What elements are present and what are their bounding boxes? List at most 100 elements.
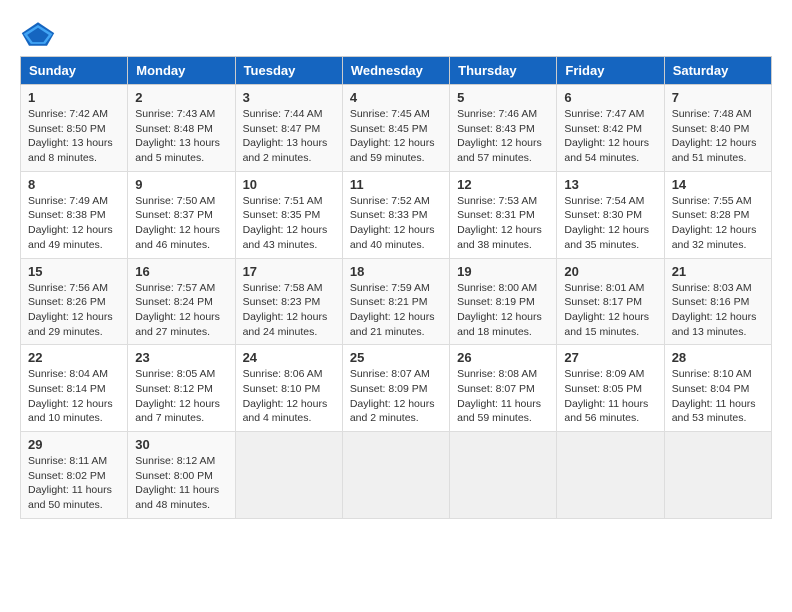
day-info: Sunrise: 7:49 AM Sunset: 8:38 PM Dayligh… xyxy=(28,194,120,253)
day-info: Sunrise: 7:51 AM Sunset: 8:35 PM Dayligh… xyxy=(243,194,335,253)
day-info: Sunrise: 7:53 AM Sunset: 8:31 PM Dayligh… xyxy=(457,194,549,253)
day-number: 12 xyxy=(457,177,549,192)
day-info: Sunrise: 7:47 AM Sunset: 8:42 PM Dayligh… xyxy=(564,107,656,166)
day-number: 2 xyxy=(135,90,227,105)
calendar-cell xyxy=(235,432,342,519)
column-header-wednesday: Wednesday xyxy=(342,57,449,85)
day-info: Sunrise: 8:12 AM Sunset: 8:00 PM Dayligh… xyxy=(135,454,227,513)
day-info: Sunrise: 8:08 AM Sunset: 8:07 PM Dayligh… xyxy=(457,367,549,426)
calendar-cell: 9 Sunrise: 7:50 AM Sunset: 8:37 PM Daylig… xyxy=(128,171,235,258)
calendar-cell: 11 Sunrise: 7:52 AM Sunset: 8:33 PM Dayli… xyxy=(342,171,449,258)
day-number: 6 xyxy=(564,90,656,105)
day-info: Sunrise: 8:09 AM Sunset: 8:05 PM Dayligh… xyxy=(564,367,656,426)
calendar-cell: 22 Sunrise: 8:04 AM Sunset: 8:14 PM Dayli… xyxy=(21,345,128,432)
day-number: 22 xyxy=(28,350,120,365)
day-info: Sunrise: 8:07 AM Sunset: 8:09 PM Dayligh… xyxy=(350,367,442,426)
day-number: 17 xyxy=(243,264,335,279)
column-header-monday: Monday xyxy=(128,57,235,85)
column-header-thursday: Thursday xyxy=(450,57,557,85)
logo xyxy=(20,20,60,48)
calendar-cell: 29 Sunrise: 8:11 AM Sunset: 8:02 PM Dayli… xyxy=(21,432,128,519)
day-info: Sunrise: 8:00 AM Sunset: 8:19 PM Dayligh… xyxy=(457,281,549,340)
day-number: 11 xyxy=(350,177,442,192)
day-info: Sunrise: 8:11 AM Sunset: 8:02 PM Dayligh… xyxy=(28,454,120,513)
day-info: Sunrise: 7:58 AM Sunset: 8:23 PM Dayligh… xyxy=(243,281,335,340)
day-number: 15 xyxy=(28,264,120,279)
calendar-cell: 6 Sunrise: 7:47 AM Sunset: 8:42 PM Daylig… xyxy=(557,85,664,172)
day-number: 19 xyxy=(457,264,549,279)
day-number: 3 xyxy=(243,90,335,105)
calendar-cell: 1 Sunrise: 7:42 AM Sunset: 8:50 PM Daylig… xyxy=(21,85,128,172)
calendar-cell: 14 Sunrise: 7:55 AM Sunset: 8:28 PM Dayli… xyxy=(664,171,771,258)
day-number: 27 xyxy=(564,350,656,365)
day-number: 14 xyxy=(672,177,764,192)
day-info: Sunrise: 8:01 AM Sunset: 8:17 PM Dayligh… xyxy=(564,281,656,340)
day-info: Sunrise: 7:57 AM Sunset: 8:24 PM Dayligh… xyxy=(135,281,227,340)
day-info: Sunrise: 7:46 AM Sunset: 8:43 PM Dayligh… xyxy=(457,107,549,166)
header-row: SundayMondayTuesdayWednesdayThursdayFrid… xyxy=(21,57,772,85)
calendar-cell: 28Sunrise: 8:10 AM Sunset: 8:04 PM Dayli… xyxy=(664,345,771,432)
day-number: 7 xyxy=(672,90,764,105)
calendar-cell: 23 Sunrise: 8:05 AM Sunset: 8:12 PM Dayli… xyxy=(128,345,235,432)
week-row-2: 8 Sunrise: 7:49 AM Sunset: 8:38 PM Daylig… xyxy=(21,171,772,258)
day-number: 4 xyxy=(350,90,442,105)
calendar-table: SundayMondayTuesdayWednesdayThursdayFrid… xyxy=(20,56,772,519)
logo-icon xyxy=(20,20,56,48)
day-info: Sunrise: 7:44 AM Sunset: 8:47 PM Dayligh… xyxy=(243,107,335,166)
calendar-cell: 4 Sunrise: 7:45 AM Sunset: 8:45 PM Daylig… xyxy=(342,85,449,172)
calendar-cell xyxy=(664,432,771,519)
day-info: Sunrise: 7:54 AM Sunset: 8:30 PM Dayligh… xyxy=(564,194,656,253)
calendar-cell: 10Sunrise: 7:51 AM Sunset: 8:35 PM Dayli… xyxy=(235,171,342,258)
day-info: Sunrise: 7:55 AM Sunset: 8:28 PM Dayligh… xyxy=(672,194,764,253)
column-header-tuesday: Tuesday xyxy=(235,57,342,85)
calendar-cell: 13 Sunrise: 7:54 AM Sunset: 8:30 PM Dayli… xyxy=(557,171,664,258)
day-info: Sunrise: 7:59 AM Sunset: 8:21 PM Dayligh… xyxy=(350,281,442,340)
calendar-cell: 18Sunrise: 7:59 AM Sunset: 8:21 PM Dayli… xyxy=(342,258,449,345)
day-number: 29 xyxy=(28,437,120,452)
calendar-cell: 24 Sunrise: 8:06 AM Sunset: 8:10 PM Dayli… xyxy=(235,345,342,432)
week-row-3: 15 Sunrise: 7:56 AM Sunset: 8:26 PM Dayli… xyxy=(21,258,772,345)
day-info: Sunrise: 7:50 AM Sunset: 8:37 PM Dayligh… xyxy=(135,194,227,253)
week-row-1: 1 Sunrise: 7:42 AM Sunset: 8:50 PM Daylig… xyxy=(21,85,772,172)
day-info: Sunrise: 8:06 AM Sunset: 8:10 PM Dayligh… xyxy=(243,367,335,426)
calendar-cell: 12 Sunrise: 7:53 AM Sunset: 8:31 PM Dayli… xyxy=(450,171,557,258)
calendar-cell: 17 Sunrise: 7:58 AM Sunset: 8:23 PM Dayli… xyxy=(235,258,342,345)
day-number: 21 xyxy=(672,264,764,279)
calendar-cell: 27 Sunrise: 8:09 AM Sunset: 8:05 PM Dayli… xyxy=(557,345,664,432)
calendar-cell: 26 Sunrise: 8:08 AM Sunset: 8:07 PM Dayli… xyxy=(450,345,557,432)
calendar-cell: 2 Sunrise: 7:43 AM Sunset: 8:48 PM Daylig… xyxy=(128,85,235,172)
day-number: 8 xyxy=(28,177,120,192)
day-info: Sunrise: 7:52 AM Sunset: 8:33 PM Dayligh… xyxy=(350,194,442,253)
calendar-cell xyxy=(557,432,664,519)
day-number: 23 xyxy=(135,350,227,365)
day-number: 1 xyxy=(28,90,120,105)
day-info: Sunrise: 7:48 AM Sunset: 8:40 PM Dayligh… xyxy=(672,107,764,166)
day-info: Sunrise: 7:45 AM Sunset: 8:45 PM Dayligh… xyxy=(350,107,442,166)
day-number: 9 xyxy=(135,177,227,192)
calendar-cell xyxy=(450,432,557,519)
day-info: Sunrise: 8:05 AM Sunset: 8:12 PM Dayligh… xyxy=(135,367,227,426)
column-header-sunday: Sunday xyxy=(21,57,128,85)
day-info: Sunrise: 7:42 AM Sunset: 8:50 PM Dayligh… xyxy=(28,107,120,166)
day-info: Sunrise: 8:04 AM Sunset: 8:14 PM Dayligh… xyxy=(28,367,120,426)
column-header-friday: Friday xyxy=(557,57,664,85)
calendar-cell: 3 Sunrise: 7:44 AM Sunset: 8:47 PM Daylig… xyxy=(235,85,342,172)
day-number: 25 xyxy=(350,350,442,365)
column-header-saturday: Saturday xyxy=(664,57,771,85)
day-info: Sunrise: 7:43 AM Sunset: 8:48 PM Dayligh… xyxy=(135,107,227,166)
calendar-cell xyxy=(342,432,449,519)
calendar-cell: 30 Sunrise: 8:12 AM Sunset: 8:00 PM Dayli… xyxy=(128,432,235,519)
calendar-cell: 25 Sunrise: 8:07 AM Sunset: 8:09 PM Dayli… xyxy=(342,345,449,432)
day-info: Sunrise: 8:03 AM Sunset: 8:16 PM Dayligh… xyxy=(672,281,764,340)
day-number: 26 xyxy=(457,350,549,365)
day-number: 20 xyxy=(564,264,656,279)
calendar-cell: 19 Sunrise: 8:00 AM Sunset: 8:19 PM Dayli… xyxy=(450,258,557,345)
calendar-cell: 16Sunrise: 7:57 AM Sunset: 8:24 PM Dayli… xyxy=(128,258,235,345)
page-header xyxy=(20,20,772,48)
day-info: Sunrise: 7:56 AM Sunset: 8:26 PM Dayligh… xyxy=(28,281,120,340)
day-number: 30 xyxy=(135,437,227,452)
calendar-cell: 7 Sunrise: 7:48 AM Sunset: 8:40 PM Daylig… xyxy=(664,85,771,172)
day-number: 13 xyxy=(564,177,656,192)
day-number: 24 xyxy=(243,350,335,365)
week-row-5: 29 Sunrise: 8:11 AM Sunset: 8:02 PM Dayli… xyxy=(21,432,772,519)
